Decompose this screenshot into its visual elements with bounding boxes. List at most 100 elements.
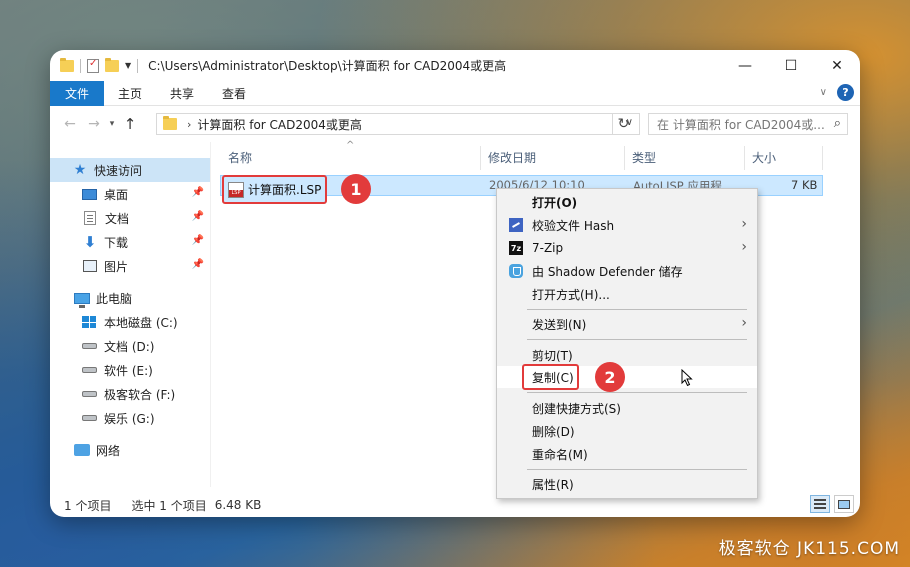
- large-icons-view-icon: [838, 499, 850, 509]
- pin-icon[interactable]: 📌: [192, 187, 204, 198]
- drive-icon: [82, 367, 97, 373]
- window-controls: — ☐ ✕: [722, 50, 860, 81]
- menu-item-7zip[interactable]: 7z 7-Zip ›: [497, 237, 757, 259]
- column-header-type[interactable]: 类型: [632, 142, 656, 172]
- address-bar[interactable]: › 计算面积 for CAD2004或更高 ∨: [156, 113, 640, 135]
- submenu-arrow-icon: ›: [741, 315, 747, 331]
- sidebar-item-drive-g[interactable]: 娱乐 (G:): [50, 406, 210, 430]
- search-box[interactable]: 在 计算面积 for CAD2004或... ⌕: [648, 113, 848, 135]
- properties-icon[interactable]: [87, 58, 99, 73]
- menu-item-open-with[interactable]: 打开方式(H)...: [497, 283, 757, 305]
- file-name[interactable]: 计算面积.LSP: [248, 181, 321, 198]
- sidebar-item-drive-d[interactable]: 文档 (D:): [50, 334, 210, 358]
- file-name-highlight[interactable]: LSP 计算面积.LSP: [222, 175, 327, 204]
- help-icon[interactable]: ?: [837, 84, 854, 101]
- sidebar-item-label: 娱乐 (G:): [104, 411, 155, 426]
- search-icon[interactable]: ⌕: [834, 116, 841, 131]
- view-switcher: [810, 495, 854, 513]
- tab-file[interactable]: 文件: [50, 80, 105, 106]
- menu-item-open[interactable]: 打开(O): [497, 191, 757, 213]
- sidebar-item-drive-f[interactable]: 极客软合 (F:): [50, 382, 210, 406]
- up-button[interactable]: ↑: [118, 115, 142, 133]
- pin-icon[interactable]: 📌: [192, 211, 204, 222]
- details-view-icon: [814, 499, 826, 509]
- 7zip-icon: 7z: [509, 241, 523, 255]
- sidebar-item-quick-access[interactable]: ★ 快速访问: [50, 158, 210, 182]
- lsp-file-icon: LSP: [228, 181, 244, 198]
- menu-item-label: 由 Shadow Defender 储存: [532, 264, 683, 279]
- large-icons-view-button[interactable]: [834, 495, 854, 513]
- column-header-name[interactable]: 名称: [228, 142, 252, 172]
- minimize-button[interactable]: —: [722, 50, 768, 81]
- column-divider[interactable]: [624, 146, 625, 170]
- menu-item-label: 创建快捷方式(S): [532, 401, 621, 416]
- details-view-button[interactable]: [810, 495, 830, 513]
- column-divider[interactable]: [480, 146, 481, 170]
- sidebar-item-label: 文档 (D:): [104, 339, 155, 354]
- computer-icon: [74, 292, 90, 308]
- menu-item-rename[interactable]: 重命名(M): [497, 443, 757, 465]
- drive-icon: [82, 415, 97, 421]
- sidebar-item-drive-c[interactable]: 本地磁盘 (C:): [50, 310, 210, 334]
- sort-ascending-icon: ^: [346, 140, 355, 151]
- shield-icon: [509, 264, 523, 278]
- sidebar-item-drive-e[interactable]: 软件 (E:): [50, 358, 210, 382]
- column-header-size[interactable]: 大小: [752, 142, 776, 172]
- recent-locations-button[interactable]: ▾: [106, 119, 118, 129]
- menu-item-copy[interactable]: 复制(C): [497, 364, 757, 390]
- sidebar-item-desktop[interactable]: 桌面 📌: [50, 182, 210, 206]
- search-input[interactable]: 在 计算面积 for CAD2004或...: [657, 116, 827, 133]
- menu-item-shadow-defender[interactable]: 由 Shadow Defender 储存: [497, 260, 757, 282]
- document-icon: [84, 211, 96, 225]
- menu-item-label: 打开方式(H)...: [532, 287, 610, 302]
- pin-icon[interactable]: 📌: [192, 259, 204, 270]
- sidebar-item-this-pc[interactable]: 此电脑: [50, 286, 210, 310]
- menu-item-label: 7-Zip: [532, 241, 564, 255]
- network-icon: [74, 444, 90, 456]
- menu-item-create-shortcut[interactable]: 创建快捷方式(S): [497, 397, 757, 419]
- pin-icon[interactable]: 📌: [192, 235, 204, 246]
- back-button[interactable]: ←: [58, 116, 82, 132]
- refresh-button[interactable]: ↻: [612, 113, 634, 135]
- tab-home[interactable]: 主页: [104, 81, 156, 106]
- customize-toolbar-icon[interactable]: ▼: [125, 61, 131, 70]
- menu-item-label: 删除(D): [532, 424, 575, 439]
- column-divider[interactable]: [744, 146, 745, 170]
- maximize-button[interactable]: ☐: [768, 50, 814, 81]
- windows-drive-icon: [82, 316, 96, 328]
- sidebar-item-label: 文档: [105, 211, 130, 226]
- sidebar-item-label: 网络: [96, 443, 121, 458]
- column-divider[interactable]: [822, 146, 823, 170]
- folder-icon: [163, 116, 177, 130]
- menu-item-label: 属性(R): [532, 477, 574, 492]
- menu-item-label: 重命名(M): [532, 447, 588, 462]
- item-count: 1 个项目: [64, 498, 112, 513]
- sidebar-item-network[interactable]: 网络: [50, 438, 210, 462]
- menu-separator: [527, 309, 747, 310]
- submenu-arrow-icon: ›: [741, 216, 747, 232]
- breadcrumb-current-folder[interactable]: 计算面积 for CAD2004或更高: [197, 116, 362, 133]
- new-folder-icon[interactable]: [105, 57, 119, 72]
- sidebar-item-label: 软件 (E:): [104, 363, 153, 378]
- drive-icon: [82, 391, 97, 397]
- copy-highlight-box: [522, 364, 579, 390]
- pane-divider: [210, 142, 211, 487]
- navigation-bar: ← → ▾ ↑ › 计算面积 for CAD2004或更高 ∨ ↻ 在 计算面积…: [50, 107, 860, 141]
- menu-item-properties[interactable]: 属性(R): [497, 473, 757, 495]
- sidebar-item-label: 桌面: [104, 187, 129, 202]
- tab-share[interactable]: 共享: [156, 81, 208, 106]
- tab-view[interactable]: 查看: [208, 81, 260, 106]
- menu-item-send-to[interactable]: 发送到(N) ›: [497, 313, 757, 335]
- forward-button[interactable]: →: [82, 116, 106, 132]
- menu-item-delete[interactable]: 删除(D): [497, 420, 757, 442]
- menu-item-cut[interactable]: 剪切(T): [497, 344, 757, 366]
- column-header-modified[interactable]: 修改日期: [488, 142, 536, 172]
- close-button[interactable]: ✕: [814, 50, 860, 81]
- menu-item-hash[interactable]: 校验文件 Hash ›: [497, 214, 757, 236]
- sidebar-item-downloads[interactable]: ⬇ 下载 📌: [50, 230, 210, 254]
- breadcrumb-separator[interactable]: ›: [187, 118, 191, 131]
- sidebar-item-documents[interactable]: 文档 📌: [50, 206, 210, 230]
- lsp-icon-label: LSP: [229, 189, 243, 197]
- expand-ribbon-icon[interactable]: ∨: [820, 87, 827, 98]
- sidebar-item-pictures[interactable]: 图片 📌: [50, 254, 210, 278]
